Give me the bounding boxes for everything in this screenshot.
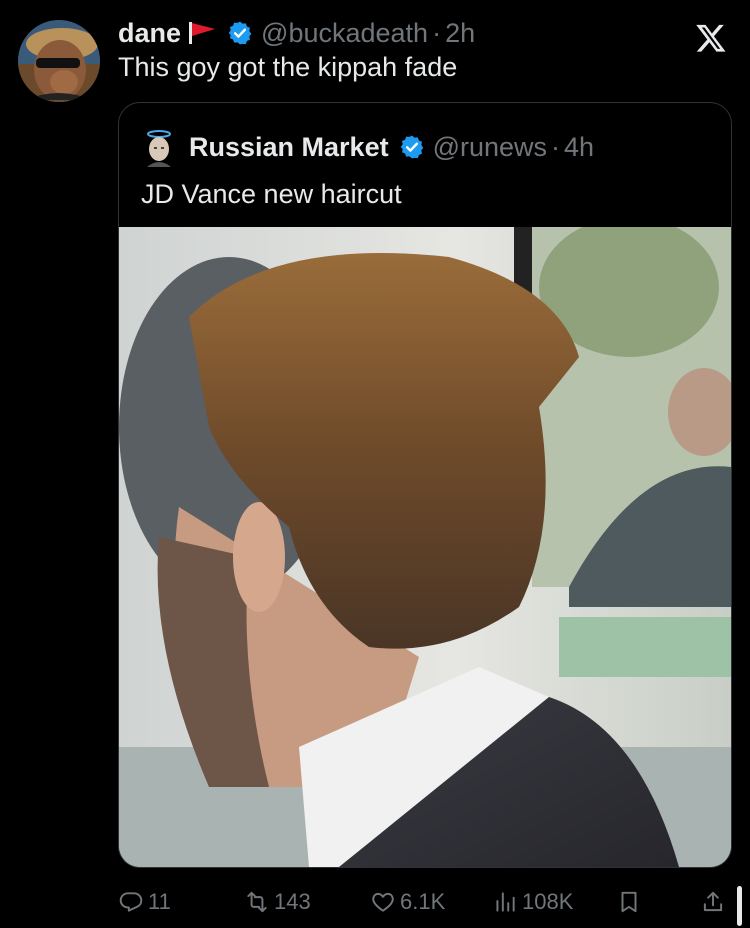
action-bar: 11 143 6.1K 108K [118,884,738,920]
reply-button[interactable]: 11 [118,884,171,920]
views-button[interactable]: 108K [492,884,573,920]
quote-timestamp[interactable]: 4h [564,132,594,163]
quote-photo[interactable] [119,227,731,867]
reply-count: 11 [148,889,171,914]
quote-header: Russian Market @runews · 4h [189,129,594,165]
share-icon [703,891,723,912]
tweet[interactable]: dane @buckadeath · 2h This goy got the k… [0,0,750,928]
quote-header-separator: · [551,131,561,162]
author-handle[interactable]: @buckadeath [261,18,428,49]
like-count: 6.1K [400,889,446,914]
x-logo-icon [694,22,728,54]
quote-author-avatar[interactable] [143,129,175,167]
author-avatar[interactable] [18,20,100,102]
tweet-header: dane @buckadeath · 2h [118,14,475,52]
bookmark-icon [621,891,637,913]
quoted-tweet[interactable]: Russian Market @runews · 4h JD Vance new… [118,102,732,868]
verified-badge-icon [227,20,253,46]
share-button[interactable] [700,884,730,920]
quote-author-handle[interactable]: @runews [433,132,547,163]
reply-icon [119,892,143,912]
repost-count: 143 [274,889,311,914]
bookmark-button[interactable] [616,884,646,920]
author-display-name[interactable]: dane [118,18,181,49]
haircut-photo [119,227,731,867]
heart-icon [372,892,394,912]
quote-verified-badge-icon [399,134,425,160]
views-icon [496,892,515,912]
scrollbar[interactable] [737,886,742,926]
views-count: 108K [522,889,574,914]
like-button[interactable]: 6.1K [370,884,445,920]
header-separator: · [432,17,442,48]
repost-button[interactable]: 143 [244,884,311,920]
quote-author-display-name[interactable]: Russian Market [189,132,389,163]
repost-icon [247,891,267,913]
tweet-text: This goy got the kippah fade [118,52,458,82]
quote-text: JD Vance new haircut [141,179,402,209]
tweet-timestamp[interactable]: 2h [445,18,475,49]
red-flag-icon [187,21,217,45]
avatar-image [18,20,100,102]
